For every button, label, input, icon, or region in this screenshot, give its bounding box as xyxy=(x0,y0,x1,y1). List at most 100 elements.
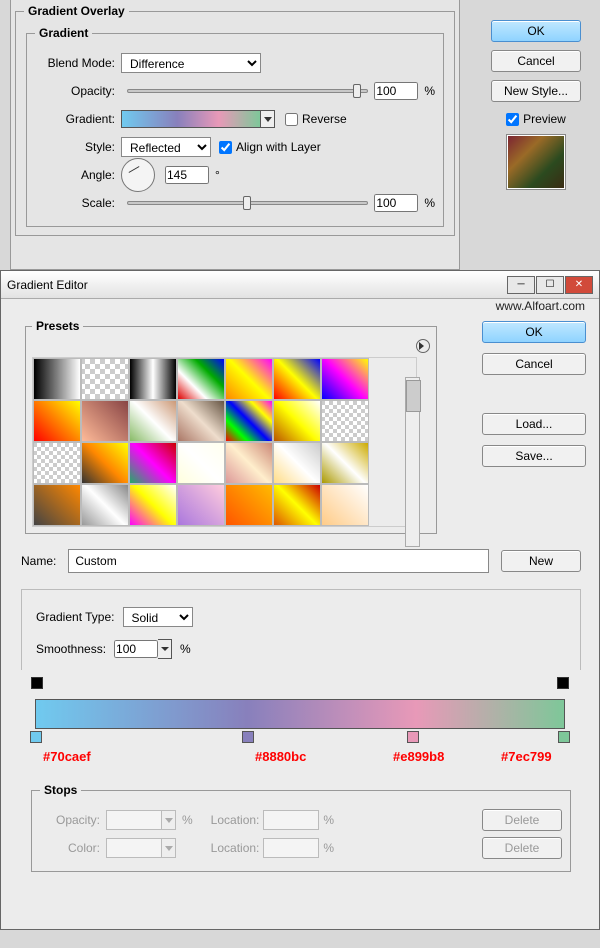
gradient-swatch[interactable] xyxy=(121,110,261,128)
preset-swatch[interactable] xyxy=(177,526,225,527)
watermark: www.Alfoart.com xyxy=(496,299,585,313)
save-button[interactable]: Save... xyxy=(482,445,586,467)
load-button[interactable]: Load... xyxy=(482,413,586,435)
maximize-button[interactable]: ☐ xyxy=(536,276,564,294)
ge-cancel-button[interactable]: Cancel xyxy=(482,353,586,375)
stop-opacity-dropdown xyxy=(162,810,176,830)
preset-swatch[interactable] xyxy=(225,358,273,400)
stop-hex-3: #e899b8 xyxy=(393,749,444,764)
preset-swatch[interactable] xyxy=(81,358,129,400)
cancel-button[interactable]: Cancel xyxy=(491,50,581,72)
align-label: Align with Layer xyxy=(236,140,321,154)
scale-label: Scale: xyxy=(35,196,115,210)
style-select[interactable]: Reflected xyxy=(121,137,211,157)
opacity-slider[interactable] xyxy=(127,89,368,93)
scale-input[interactable] xyxy=(374,194,418,212)
preset-swatch[interactable] xyxy=(129,526,177,527)
gradient-type-select[interactable]: Solid xyxy=(123,607,193,627)
stop-location-input-1 xyxy=(263,810,319,830)
gradient-editor-buttons: OK Cancel Load... Save... xyxy=(482,321,586,467)
gradient-editor-dialog: Gradient Editor ─ ☐ ✕ Presets xyxy=(0,270,600,930)
preset-swatch[interactable] xyxy=(321,484,369,526)
gradient-type-section: Gradient Type: Solid Smoothness: % xyxy=(21,589,581,670)
name-input[interactable] xyxy=(68,549,489,573)
preset-swatch[interactable] xyxy=(273,400,321,442)
preset-swatch[interactable] xyxy=(273,484,321,526)
angle-input[interactable] xyxy=(165,166,209,184)
gradient-bar[interactable] xyxy=(35,699,565,729)
preset-swatch[interactable] xyxy=(33,442,81,484)
stops-group: Stops Opacity: % Location: % Delete Colo… xyxy=(31,783,571,872)
presets-section: Presets xyxy=(21,315,441,538)
stops-label: Stops xyxy=(40,783,81,797)
preset-swatch[interactable] xyxy=(81,484,129,526)
stop-color-swatch xyxy=(106,838,162,858)
preset-swatch[interactable] xyxy=(33,526,81,527)
gradient-editor-title: Gradient Editor xyxy=(7,278,88,292)
color-stop-2[interactable] xyxy=(241,731,255,743)
preset-swatch[interactable] xyxy=(33,358,81,400)
preset-swatch[interactable] xyxy=(177,358,225,400)
ok-button[interactable]: OK xyxy=(491,20,581,42)
color-stop-3[interactable] xyxy=(406,731,420,743)
preset-swatch[interactable] xyxy=(81,400,129,442)
presets-flyout-icon[interactable] xyxy=(416,339,430,353)
preview-label: Preview xyxy=(523,112,566,126)
preset-swatch[interactable] xyxy=(225,442,273,484)
stop-hex-2: #8880bc xyxy=(255,749,306,764)
stop-opacity-label: Opacity: xyxy=(40,813,100,827)
gradient-editor-titlebar[interactable]: Gradient Editor ─ ☐ ✕ xyxy=(1,271,599,299)
ge-ok-button[interactable]: OK xyxy=(482,321,586,343)
opacity-stop-right[interactable] xyxy=(557,677,569,691)
preset-swatch[interactable] xyxy=(321,400,369,442)
angle-label: Angle: xyxy=(35,168,115,182)
angle-dial[interactable] xyxy=(121,158,155,192)
color-stop-4[interactable] xyxy=(557,731,571,743)
preset-swatch[interactable] xyxy=(225,400,273,442)
preset-swatch[interactable] xyxy=(273,358,321,400)
gradient-dropdown[interactable] xyxy=(261,110,275,128)
preset-swatch[interactable] xyxy=(129,484,177,526)
preview-checkbox[interactable] xyxy=(506,113,519,126)
presets-scrollbar[interactable] xyxy=(405,377,420,547)
preset-swatch[interactable] xyxy=(321,442,369,484)
gradient-overlay-title: Gradient Overlay xyxy=(24,4,129,18)
minimize-button[interactable]: ─ xyxy=(507,276,535,294)
stop-hex-4: #7ec799 xyxy=(501,749,552,764)
smoothness-input[interactable] xyxy=(114,640,158,658)
preset-swatch[interactable] xyxy=(129,442,177,484)
preset-swatch[interactable] xyxy=(33,484,81,526)
delete-color-stop-button: Delete xyxy=(482,837,562,859)
color-stop-1[interactable] xyxy=(29,731,43,743)
scale-slider[interactable] xyxy=(127,201,368,205)
preset-swatch[interactable] xyxy=(81,526,129,527)
preview-swatch xyxy=(506,134,566,190)
opacity-stop-left[interactable] xyxy=(31,677,43,691)
reverse-checkbox[interactable] xyxy=(285,113,298,126)
blend-mode-select[interactable]: Difference xyxy=(121,53,261,73)
stop-location-label-1: Location: xyxy=(211,813,260,827)
gradient-inner-group: Gradient Blend Mode: Difference Opacity:… xyxy=(26,26,444,227)
new-style-button[interactable]: New Style... xyxy=(491,80,581,102)
layer-style-panel: Gradient Overlay Gradient Blend Mode: Di… xyxy=(10,0,460,270)
preset-swatch[interactable] xyxy=(177,484,225,526)
new-button[interactable]: New xyxy=(501,550,581,572)
preset-swatch[interactable] xyxy=(177,442,225,484)
gradient-inner-title: Gradient xyxy=(35,26,92,40)
preset-swatch[interactable] xyxy=(225,484,273,526)
align-checkbox[interactable] xyxy=(219,141,232,154)
opacity-input[interactable] xyxy=(374,82,418,100)
preset-swatch[interactable] xyxy=(81,442,129,484)
stop-location-input-2 xyxy=(263,838,319,858)
smoothness-dropdown[interactable] xyxy=(158,639,172,659)
preset-swatch[interactable] xyxy=(129,400,177,442)
preset-swatch[interactable] xyxy=(177,400,225,442)
close-button[interactable]: ✕ xyxy=(565,276,593,294)
opacity-percent: % xyxy=(424,84,435,98)
preset-swatch[interactable] xyxy=(33,400,81,442)
stop-color-label: Color: xyxy=(40,841,100,855)
scale-percent: % xyxy=(424,196,435,210)
preset-swatch[interactable] xyxy=(321,358,369,400)
preset-swatch[interactable] xyxy=(273,442,321,484)
preset-swatch[interactable] xyxy=(129,358,177,400)
